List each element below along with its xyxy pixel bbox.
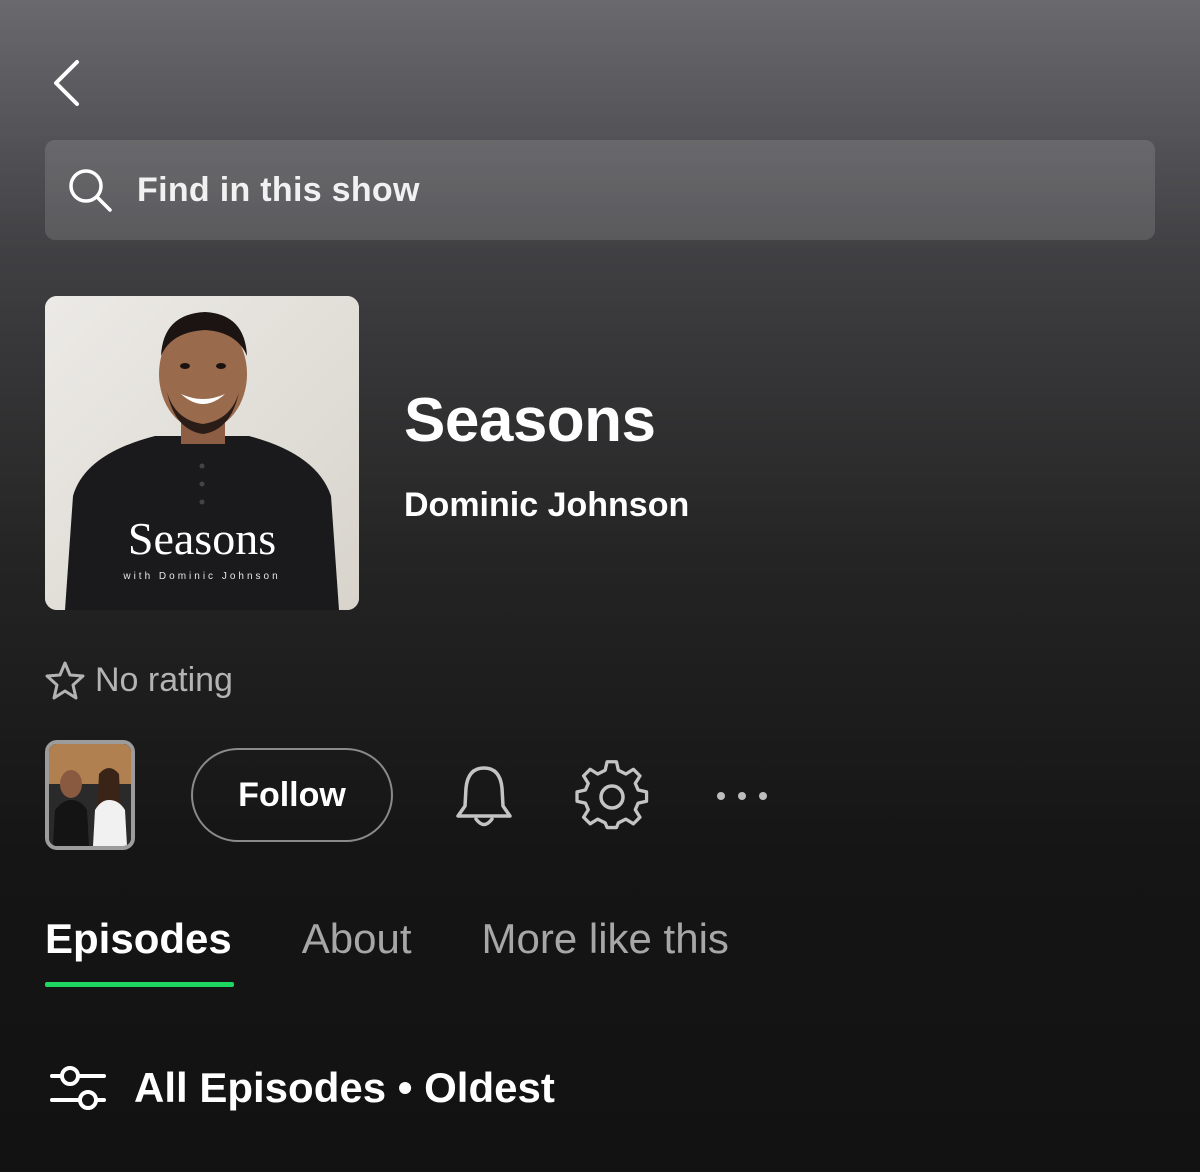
more-icon-dot: [717, 792, 725, 800]
tab-more-like-this[interactable]: More like this: [482, 915, 729, 987]
notifications-button[interactable]: [449, 760, 519, 830]
tab-bar: Episodes About More like this: [45, 915, 799, 987]
chevron-left-icon: [54, 60, 79, 106]
filter-label: All Episodes • Oldest: [134, 1064, 555, 1111]
episode-thumbnail[interactable]: [45, 740, 135, 850]
follow-button[interactable]: Follow: [191, 748, 393, 842]
back-button[interactable]: [36, 50, 96, 116]
show-title: Seasons: [404, 386, 656, 455]
more-icon-dot: [738, 792, 746, 800]
rating-label: No rating: [95, 660, 233, 699]
episode-filter[interactable]: All Episodes • Oldest: [48, 1058, 555, 1118]
more-options-button[interactable]: [707, 776, 777, 816]
search-placeholder: Find in this show: [137, 170, 420, 209]
show-page: Find in this show Seasons with Dominic J…: [0, 0, 1200, 1172]
cover-title-text: Seasons: [128, 513, 276, 564]
search-bar[interactable]: Find in this show: [45, 140, 1155, 240]
action-bar: Follow: [45, 740, 805, 850]
bell-icon: [456, 766, 512, 827]
cover-illustration: Seasons with Dominic Johnson: [45, 296, 359, 610]
show-author[interactable]: Dominic Johnson: [404, 486, 689, 525]
rating[interactable]: No rating: [45, 660, 233, 700]
cover-subtitle-text: with Dominic Johnson: [122, 571, 280, 582]
settings-button[interactable]: [575, 760, 649, 834]
tab-about[interactable]: About: [302, 915, 412, 987]
show-cover-art: Seasons with Dominic Johnson: [45, 296, 359, 610]
more-icon-dot: [759, 792, 767, 800]
star-icon: [45, 661, 85, 700]
gear-icon: [575, 760, 649, 830]
filter-sliders-icon: [50, 1066, 106, 1110]
thumbnail-image: [49, 744, 131, 846]
search-icon: [67, 167, 113, 213]
tab-episodes[interactable]: Episodes: [45, 915, 234, 987]
